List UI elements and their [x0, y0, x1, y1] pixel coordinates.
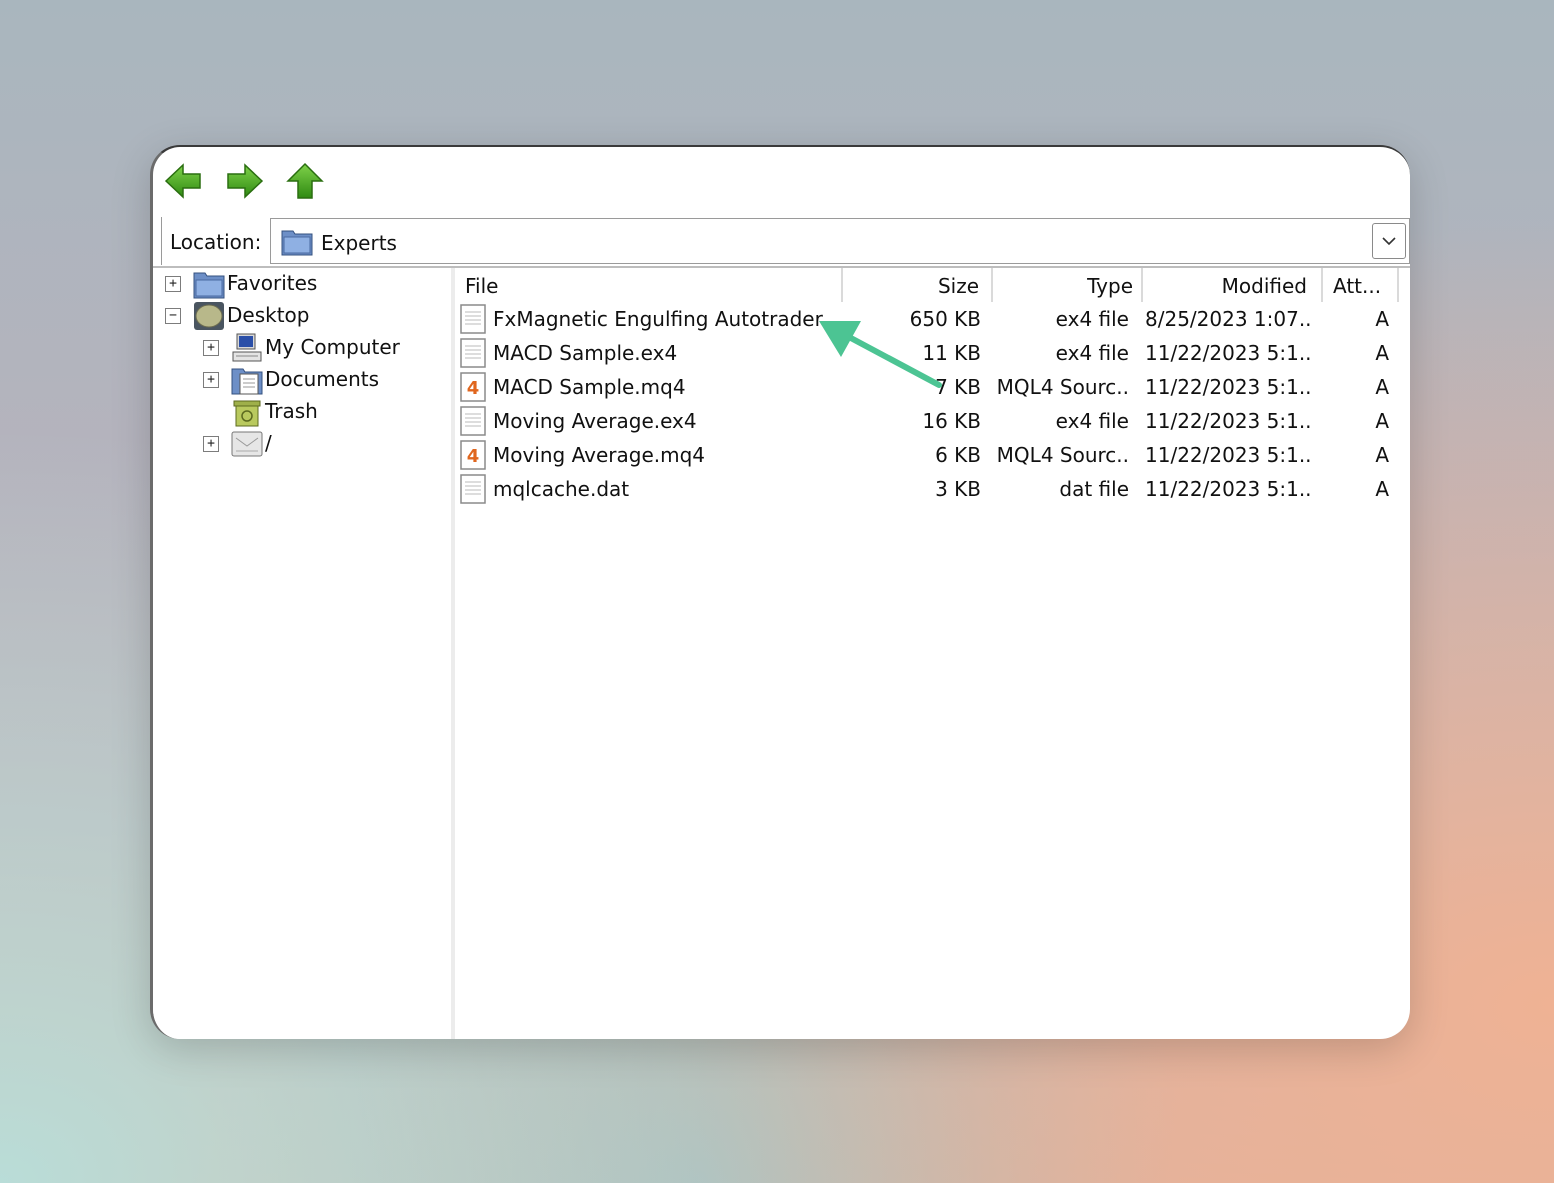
file-name: Moving Average.mq4: [493, 443, 706, 467]
tree-item-favorites[interactable]: + Favorites: [153, 268, 451, 300]
toolbar: [153, 147, 1410, 215]
file-attributes: A: [1375, 477, 1389, 501]
text-document-icon: [460, 338, 486, 368]
tree-item-label: Desktop: [227, 303, 310, 327]
file-type: MQL4 Sourc..: [996, 375, 1129, 399]
svg-text:4: 4: [467, 446, 480, 467]
file-row[interactable]: 4 MACD Sample.mq4 7 KB MQL4 Sourc.. 11/22/20…: [455, 370, 1410, 404]
file-list: File Size Type Modified Att... FxMagneti…: [455, 268, 1410, 1039]
file-size: 7 KB: [935, 375, 981, 399]
up-button[interactable]: [285, 161, 325, 201]
file-attributes: A: [1375, 341, 1389, 365]
mq4-source-icon: 4: [460, 440, 486, 470]
back-arrow-icon: [164, 163, 201, 199]
column-header-modified[interactable]: Modified: [1143, 268, 1323, 302]
documents-folder-icon: [231, 368, 263, 395]
text-document-icon: [460, 406, 486, 436]
file-modified: 11/22/2023 5:1..: [1145, 409, 1312, 433]
location-bar: Location: Experts: [161, 217, 1410, 265]
tree-item-label: Trash: [265, 399, 318, 423]
svg-text:4: 4: [467, 378, 480, 399]
file-row[interactable]: mqlcache.dat 3 KB dat file 11/22/2023 5:1..…: [455, 472, 1410, 506]
folder-icon: [281, 230, 313, 256]
file-modified: 8/25/2023 1:07..: [1145, 307, 1312, 331]
tree-item-my-computer[interactable]: + My Computer: [153, 332, 451, 364]
file-modified: 11/22/2023 5:1..: [1145, 443, 1312, 467]
file-type: ex4 file: [1055, 341, 1129, 365]
file-type: ex4 file: [1055, 409, 1129, 433]
expand-toggle[interactable]: +: [203, 340, 219, 356]
text-document-icon: [460, 304, 486, 334]
desktop-icon: [194, 302, 224, 330]
file-row[interactable]: FxMagnetic Engulfing Autotrader 650 KB ex4…: [455, 302, 1410, 336]
file-size: 16 KB: [922, 409, 981, 433]
file-type: ex4 file: [1055, 307, 1129, 331]
forward-button[interactable]: [225, 161, 265, 201]
file-modified: 11/22/2023 5:1..: [1145, 477, 1312, 501]
file-name: mqlcache.dat: [493, 477, 630, 501]
location-dropdown-button[interactable]: [1372, 223, 1406, 259]
expand-toggle[interactable]: +: [203, 372, 219, 388]
drive-icon: [231, 431, 263, 457]
file-size: 650 KB: [909, 307, 981, 331]
file-name: Moving Average.ex4: [493, 409, 697, 433]
mq4-source-icon: 4: [460, 372, 486, 402]
trash-icon: [233, 400, 261, 427]
back-button[interactable]: [163, 161, 203, 201]
tree-item-desktop[interactable]: − Desktop: [153, 300, 451, 332]
file-type: MQL4 Sourc..: [996, 443, 1129, 467]
tree-item-root[interactable]: + /: [153, 428, 451, 460]
file-attributes: A: [1375, 443, 1389, 467]
file-type: dat file: [1059, 477, 1129, 501]
forward-arrow-icon: [227, 163, 264, 199]
column-header-attributes[interactable]: Att...: [1323, 268, 1399, 302]
tree-item-label: /: [265, 431, 272, 455]
expand-toggle[interactable]: +: [203, 436, 219, 452]
collapse-toggle[interactable]: −: [165, 308, 181, 324]
file-attributes: A: [1375, 409, 1389, 433]
file-modified: 11/22/2023 5:1..: [1145, 341, 1312, 365]
computer-icon: [232, 333, 262, 362]
file-name: FxMagnetic Engulfing Autotrader: [493, 307, 823, 331]
column-header-size[interactable]: Size: [843, 268, 993, 302]
up-arrow-icon: [286, 162, 324, 199]
tree-item-label: Documents: [265, 367, 380, 391]
file-size: 6 KB: [935, 443, 981, 467]
location-value: Experts: [321, 231, 397, 255]
file-size: 3 KB: [935, 477, 981, 501]
file-attributes: A: [1375, 307, 1389, 331]
text-document-icon: [460, 474, 486, 504]
tree-item-label: Favorites: [227, 271, 318, 295]
location-combobox[interactable]: Experts: [270, 218, 1410, 264]
file-size: 11 KB: [922, 341, 981, 365]
file-row[interactable]: Moving Average.ex4 16 KB ex4 file 11/22/202…: [455, 404, 1410, 438]
column-header-type[interactable]: Type: [993, 268, 1143, 302]
favorites-folder-icon: [193, 272, 225, 299]
chevron-down-icon: [1382, 237, 1396, 246]
expand-toggle[interactable]: +: [165, 276, 181, 292]
tree-item-label: My Computer: [265, 335, 400, 359]
file-row[interactable]: MACD Sample.ex4 11 KB ex4 file 11/22/2023 5…: [455, 336, 1410, 370]
location-label: Location:: [170, 230, 262, 254]
file-attributes: A: [1375, 375, 1389, 399]
file-modified: 11/22/2023 5:1..: [1145, 375, 1312, 399]
file-name: MACD Sample.mq4: [493, 375, 686, 399]
file-browser-window: Location: Experts + Favorites − Desktop …: [150, 145, 1410, 1039]
file-row[interactable]: 4 Moving Average.mq4 6 KB MQL4 Sourc.. 11/22…: [455, 438, 1410, 472]
file-name: MACD Sample.ex4: [493, 341, 678, 365]
folder-tree: + Favorites − Desktop + My Computer + Do…: [153, 268, 451, 1039]
column-header-file[interactable]: File: [455, 268, 843, 302]
tree-item-trash[interactable]: Trash: [153, 396, 451, 428]
tree-item-documents[interactable]: + Documents: [153, 364, 451, 396]
